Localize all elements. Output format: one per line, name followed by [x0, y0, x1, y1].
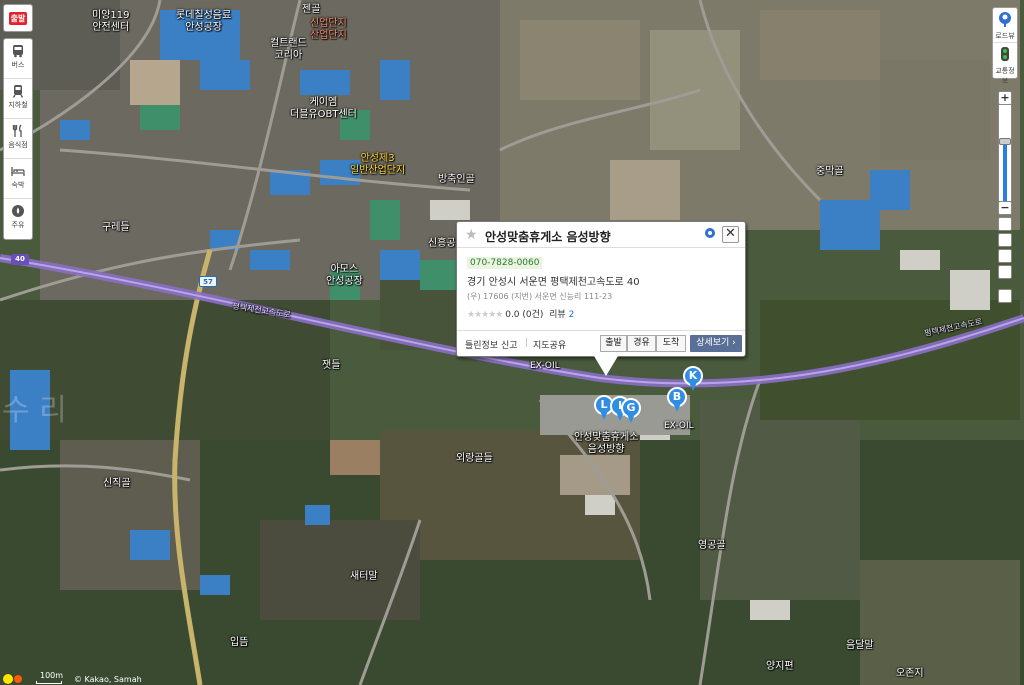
label-exoil-top[interactable]: EX-OIL	[530, 360, 560, 372]
category-label: 지하철	[8, 101, 28, 109]
roadview-icon	[999, 12, 1011, 27]
label-industrial-complex-top[interactable]: 신업단지 산업단지	[310, 18, 347, 42]
compass-icon[interactable]	[998, 289, 1012, 303]
bed-icon	[11, 167, 25, 176]
area-tool-icon[interactable]	[998, 233, 1012, 247]
depart-label: 출발	[8, 12, 28, 25]
popup-close-button[interactable]: ✕	[722, 226, 739, 243]
national-road-badge: 57	[199, 276, 217, 287]
popup-title[interactable]: 안성맞춤휴게소 음성방향	[485, 228, 611, 245]
category-lodging[interactable]: 숙박	[4, 159, 32, 199]
category-label: 숙박	[11, 181, 25, 189]
category-panel: 버스 지하철 음식점 숙박 주유	[3, 38, 33, 240]
restaurant-icon	[12, 124, 22, 137]
view-label: 교통정보	[995, 67, 1015, 85]
label-lotte-factory[interactable]: 롯데칠성음료 안성공장	[176, 10, 231, 34]
category-label: 버스	[11, 61, 25, 69]
roadview-toggle[interactable]: 로드뷰	[993, 8, 1017, 43]
review-count-link[interactable]: 2	[569, 310, 575, 320]
kakao-logo-icon	[3, 674, 22, 684]
subway-icon	[12, 85, 24, 98]
bus-icon	[13, 45, 23, 58]
zoom-slider[interactable]	[998, 105, 1012, 201]
view-label: 로드뷰	[995, 32, 1015, 40]
popup-detail-button[interactable]: 상세보기 ›	[690, 335, 742, 352]
category-bus[interactable]: 버스	[4, 39, 32, 79]
region-ghost-label: 수 리	[2, 393, 67, 428]
rating-score: 0.0 (0건)	[505, 310, 544, 320]
zoom-control: + −	[998, 91, 1012, 303]
marker-pointer	[600, 411, 608, 420]
label-sinheung[interactable]: 신흥공	[428, 238, 456, 250]
label-oeranggol[interactable]: 외랑골들	[456, 453, 493, 465]
expressway-badge: 40	[11, 254, 29, 265]
traffic-icon	[1001, 47, 1009, 61]
marker-pointer	[627, 414, 635, 423]
popup-via-button[interactable]: 경유	[627, 335, 656, 352]
popup-tail	[594, 356, 618, 376]
label-eumdalmal[interactable]: 음달말	[846, 640, 874, 652]
place-info-popup: ★ 안성맞춤휴게소 음성방향 ✕ 070-7828-0060 경기 안성시 서운…	[456, 221, 746, 357]
popup-header: ★ 안성맞춤휴게소 음성방향 ✕	[457, 222, 745, 248]
footer-separator: |	[525, 338, 529, 348]
gas-icon	[12, 205, 24, 217]
scale-label: 100m	[40, 671, 64, 680]
label-jaetdeul[interactable]: 잿들	[322, 360, 340, 372]
map-marker[interactable]: B	[667, 387, 687, 413]
label-gurye[interactable]: 구레들	[102, 222, 130, 234]
popup-arrive-button[interactable]: 도착	[656, 335, 686, 352]
left-toolbar: 출발 버스 지하철 음식점 숙박 주유	[3, 4, 33, 240]
marker-pointer	[673, 403, 681, 412]
label-jeongol[interactable]: 젠골	[302, 4, 320, 16]
label-yangjibeon[interactable]: 양지편	[766, 661, 794, 673]
label-bangchuk[interactable]: 방축인골	[438, 174, 475, 186]
view-panel: 로드뷰 교통정보	[992, 7, 1018, 85]
popup-rating: ★★★★★ 0.0 (0건) 리뷰 2	[467, 307, 735, 320]
category-label: 주유	[11, 221, 25, 229]
popup-phone[interactable]: 070-7828-0060	[467, 257, 543, 269]
label-yeonggongol[interactable]: 영공골	[698, 540, 726, 552]
popup-depart-button[interactable]: 출발	[600, 335, 627, 352]
popup-address: 경기 안성시 서운면 평택제천고속도로 40	[467, 277, 640, 288]
zoom-level-fill	[1003, 141, 1007, 201]
location-pin-icon[interactable]	[703, 227, 717, 241]
map-marker[interactable]: G	[621, 398, 641, 424]
depart-button[interactable]: 출발	[3, 4, 33, 32]
category-restaurant[interactable]: 음식점	[4, 119, 32, 159]
category-subway[interactable]: 지하철	[4, 79, 32, 119]
distance-tool-icon[interactable]	[998, 217, 1012, 231]
radius-tool-icon[interactable]	[998, 249, 1012, 263]
label-kmw-center[interactable]: 케이엠 더블유OBT센터	[290, 97, 357, 121]
favorite-star-icon[interactable]: ★	[465, 227, 478, 243]
popup-address-sub: (우) 17606 (지번) 서운면 신능리 111-23	[467, 292, 613, 301]
label-cultureland[interactable]: 컬트랜드 코리아	[270, 38, 307, 62]
label-firestation[interactable]: 미양119 안전센터	[92, 10, 130, 34]
popup-body: 070-7828-0060 경기 안성시 서운면 평택제천고속도로 40 (우)…	[457, 248, 745, 320]
share-link[interactable]: 지도공유	[533, 338, 566, 351]
scale-bar	[36, 681, 62, 684]
zoom-in-button[interactable]: +	[998, 91, 1012, 105]
label-ansung3-complex[interactable]: 안성제3 일반산업단지	[350, 153, 405, 177]
rating-stars: ★★★★★	[467, 310, 503, 320]
category-gas[interactable]: 주유	[4, 199, 32, 239]
label-amos-factory[interactable]: 아모스 안성공장	[326, 264, 363, 288]
label-saetmal[interactable]: 새터말	[350, 571, 378, 583]
label-ipgu[interactable]: 입뜸	[230, 637, 248, 649]
label-sinjik[interactable]: 신직골	[103, 478, 131, 490]
label-jungmak[interactable]: 중막골	[816, 166, 844, 178]
popup-footer: 틀린정보 신고 | 지도공유 출발 경유 도착 상세보기 ›	[457, 330, 745, 356]
zoom-handle[interactable]	[999, 138, 1011, 145]
zoom-out-button[interactable]: −	[998, 201, 1012, 215]
report-link[interactable]: 틀린정보 신고	[465, 338, 518, 351]
copyright: © Kakao, Samah	[74, 675, 142, 684]
review-label: 리뷰	[549, 310, 566, 320]
reset-icon[interactable]	[998, 265, 1012, 279]
label-ojunji[interactable]: 오존지	[896, 668, 924, 680]
traffic-toggle[interactable]: 교통정보	[993, 43, 1017, 85]
right-toolbar: 로드뷰 교통정보 + −	[992, 7, 1018, 303]
label-exoil-right[interactable]: EX-OIL	[664, 420, 694, 432]
label-rest-area[interactable]: 안성맞춤휴게소 음성방향	[574, 432, 638, 456]
category-label: 음식점	[8, 141, 28, 149]
marker-pointer	[689, 382, 697, 391]
